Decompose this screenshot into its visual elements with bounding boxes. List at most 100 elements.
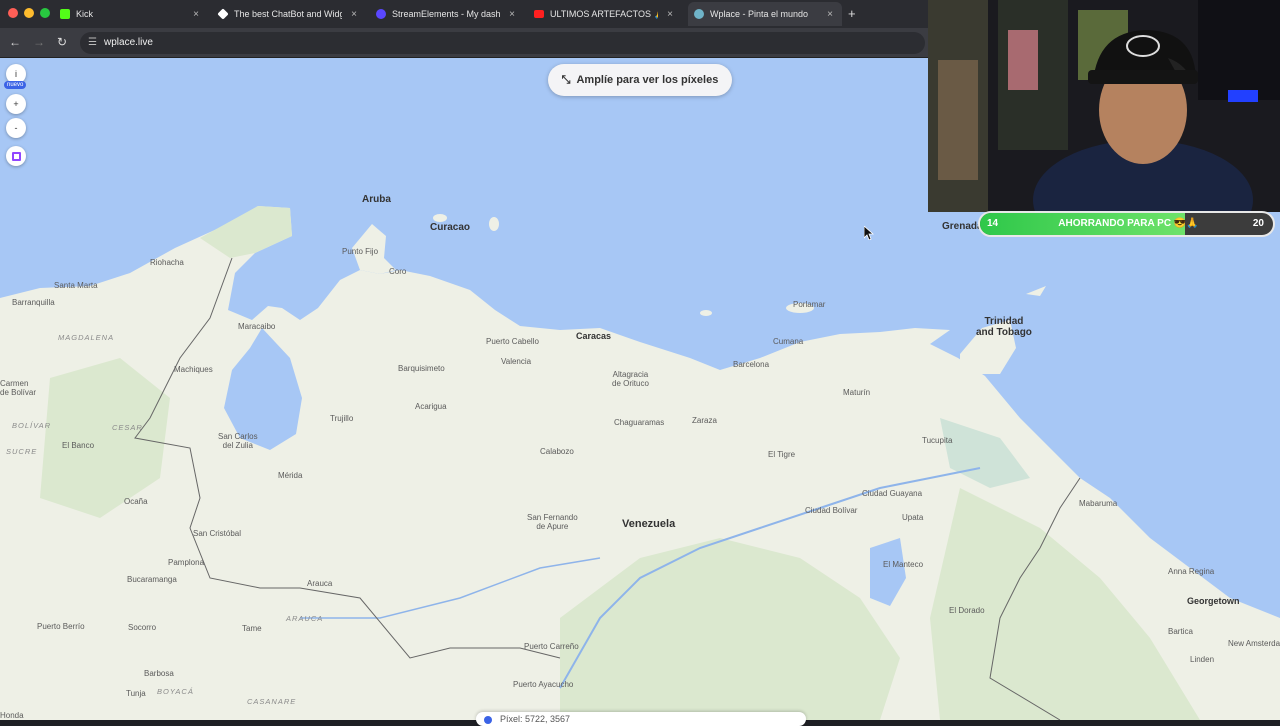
pixel-info-bar[interactable]: Píxel: 5722, 3567 (476, 712, 806, 726)
map-label-ciudad-guayana: Ciudad Guayana (862, 489, 923, 498)
goal-title: AHORRANDO PARA PC 😎🙏 (1058, 218, 1199, 229)
url-text[interactable]: wplace.live (104, 37, 153, 48)
map-label-puerto-cabello: Puerto Cabello (486, 337, 539, 346)
map-label-puerto-ayacucho: Puerto Ayacucho (513, 680, 574, 689)
map-label-trujillo: Trujillo (330, 414, 354, 423)
window-controls (8, 8, 50, 18)
map-label-puerto-carreno: Puerto Carreño (524, 642, 579, 651)
pixel-coordinates: Píxel: 5722, 3567 (500, 714, 571, 724)
close-icon[interactable]: × (348, 9, 360, 20)
tab-label: ULTIMOS ARTEFACTOS 🙏 PRIMEROS (550, 8, 658, 19)
map-label-merida: Mérida (278, 471, 303, 480)
close-icon[interactable]: × (824, 9, 836, 20)
map-label-arauca-dept: ARAUCA (286, 614, 324, 623)
site-settings-icon[interactable]: ☰ (88, 37, 98, 48)
map-label-acarigua: Acarigua (415, 402, 447, 411)
island-bonaire (489, 217, 499, 231)
new-tab-button[interactable]: + (848, 6, 856, 21)
map-label-maracaibo: Maracaibo (238, 322, 276, 331)
map-label-tunja: Tunja (126, 689, 146, 698)
map-label-barquisimeto: Barquisimeto (398, 364, 445, 373)
zoom-in-button[interactable]: + (6, 94, 26, 114)
diamond-icon (217, 8, 229, 20)
map-label-socorro: Socorro (128, 623, 157, 632)
island-small (700, 310, 712, 316)
youtube-icon (534, 10, 544, 18)
map-label-anna-regina: Anna Regina (1168, 567, 1215, 576)
tab-youtube[interactable]: ULTIMOS ARTEFACTOS 🙏 PRIMEROS × (528, 2, 682, 26)
location-dot-icon (484, 716, 492, 724)
streamelements-icon (376, 9, 386, 19)
map-label-el-banco: El Banco (62, 441, 95, 450)
zoom-hint-button[interactable]: ⤡ Amplíe para ver los píxeles (548, 64, 732, 96)
map-label-pamplona: Pamplona (168, 558, 205, 567)
close-icon[interactable]: × (506, 9, 518, 20)
webcam-overlay (928, 0, 1280, 212)
map-label-calabozo: Calabozo (540, 447, 574, 456)
maximize-window-button[interactable] (40, 8, 50, 18)
address-bar-row: ← → ↻ ☰ wplace.live (0, 28, 930, 58)
tab-label: The best ChatBot and Widgets (234, 9, 342, 19)
map-label-santa-marta: Santa Marta (54, 281, 98, 290)
address-bar[interactable]: ☰ wplace.live (80, 32, 925, 54)
map-label-porlamar: Porlamar (793, 300, 826, 309)
zoom-gesture-icon: ⤡ (561, 73, 571, 86)
map-label-el-dorado: El Dorado (949, 606, 985, 615)
map-label-coro: Coro (389, 267, 407, 276)
map-label-san-cristobal: San Cristóbal (193, 529, 242, 538)
close-icon[interactable]: × (190, 9, 202, 20)
map-label-grenada: Grenada (942, 221, 983, 232)
back-arrow-icon[interactable]: ← (8, 35, 22, 49)
map-label-cesar: CESAR (112, 423, 143, 432)
map-label-aruba: Aruba (362, 194, 391, 205)
forward-arrow-icon[interactable]: → (32, 35, 46, 49)
close-icon[interactable]: × (664, 9, 676, 20)
island-curacao (433, 214, 447, 222)
reload-icon[interactable]: ↻ (55, 35, 69, 49)
map-label-bartica: Bartica (1168, 627, 1193, 636)
goal-target: 20 (1252, 218, 1264, 229)
map-label-valencia: Valencia (501, 357, 532, 366)
map-label-riohacha: Riohacha (150, 258, 184, 267)
zoom-hint-label: Amplíe para ver los píxeles (576, 74, 719, 86)
map-label-cumana: Cumana (773, 337, 804, 346)
wplace-icon (694, 9, 704, 19)
minimize-window-button[interactable] (24, 8, 34, 18)
map-label-linden: Linden (1190, 655, 1215, 664)
map-label-upata: Upata (902, 513, 924, 522)
map-label-tucupita: Tucupita (922, 436, 953, 445)
close-window-button[interactable] (8, 8, 18, 18)
twitch-button[interactable] (6, 146, 26, 166)
map-label-ocana: Ocaña (124, 497, 148, 506)
map-label-san-carlos: San Carlos del Zulia (218, 432, 258, 450)
map-label-boyaca: BOYACÁ (157, 687, 194, 696)
map-label-puerto-berrio: Puerto Berrío (37, 622, 85, 631)
map-label-carmen: Carmen de Bolívar (0, 379, 37, 397)
map-label-honda: Honda (0, 711, 24, 720)
map-label-casanare: CASANARE (247, 697, 297, 706)
map-label-magdalena: MAGDALENA (58, 333, 115, 342)
map-label-barranquilla: Barranquilla (12, 298, 55, 307)
map-label-venezuela: Venezuela (622, 518, 676, 530)
map-label-barbosa: Barbosa (144, 669, 174, 678)
map-label-curacao: Curacao (430, 222, 471, 233)
map-label-machiques: Machiques (174, 365, 213, 374)
map-label-maturin: Maturín (843, 388, 871, 397)
tab-chatbot[interactable]: The best ChatBot and Widgets × (212, 2, 366, 26)
map-label-punto-fijo: Punto Fijo (342, 247, 379, 256)
map-label-san-fernando: San Fernando de Apure (527, 513, 578, 531)
kick-icon (60, 9, 70, 19)
zoom-out-button[interactable]: - (6, 118, 26, 138)
map-label-altagracia: Altagracia de Orituco (612, 370, 649, 388)
tab-wplace[interactable]: Wplace - Pinta el mundo × (688, 2, 842, 26)
map-label-tame: Tame (242, 624, 262, 633)
tab-kick[interactable]: Kick × (54, 2, 208, 26)
new-badge: nuevo (4, 81, 27, 89)
mouse-cursor-icon (864, 226, 874, 240)
map-label-zaraza: Zaraza (692, 416, 717, 425)
map-label-el-tigre: El Tigre (768, 450, 796, 459)
twitch-icon (11, 151, 21, 161)
tab-streamelements[interactable]: StreamElements - My dashboard × (370, 2, 524, 26)
tab-label: StreamElements - My dashboard (392, 9, 500, 19)
map-label-new-amsterdam: New Amsterdam (1228, 639, 1280, 648)
